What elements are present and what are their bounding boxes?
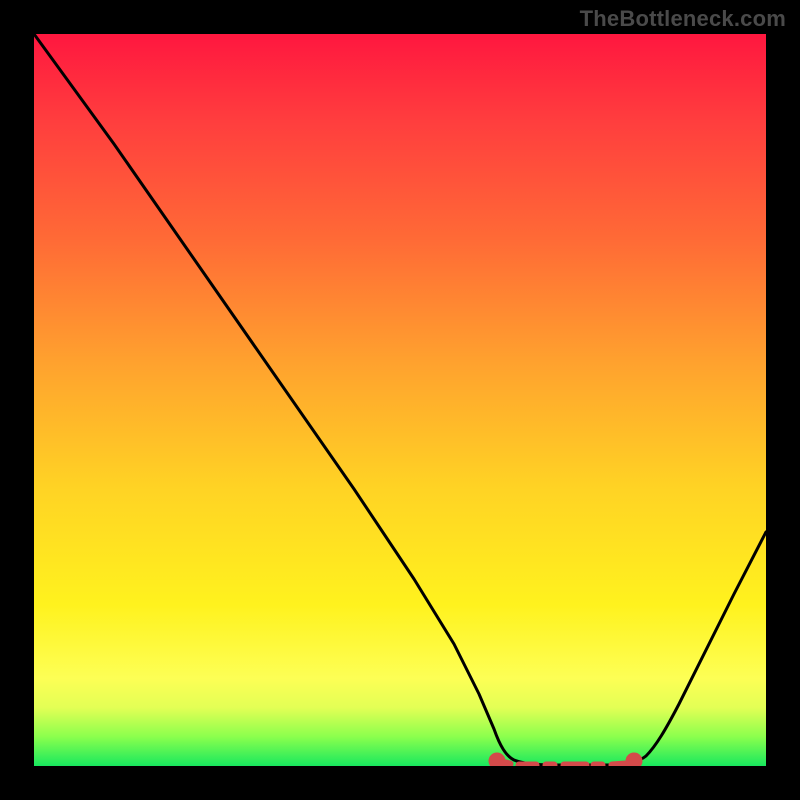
curve-overlay [34,34,766,766]
chart-frame: TheBottleneck.com [0,0,800,800]
bottleneck-curve [34,34,766,765]
brand-watermark: TheBottleneck.com [580,6,786,32]
